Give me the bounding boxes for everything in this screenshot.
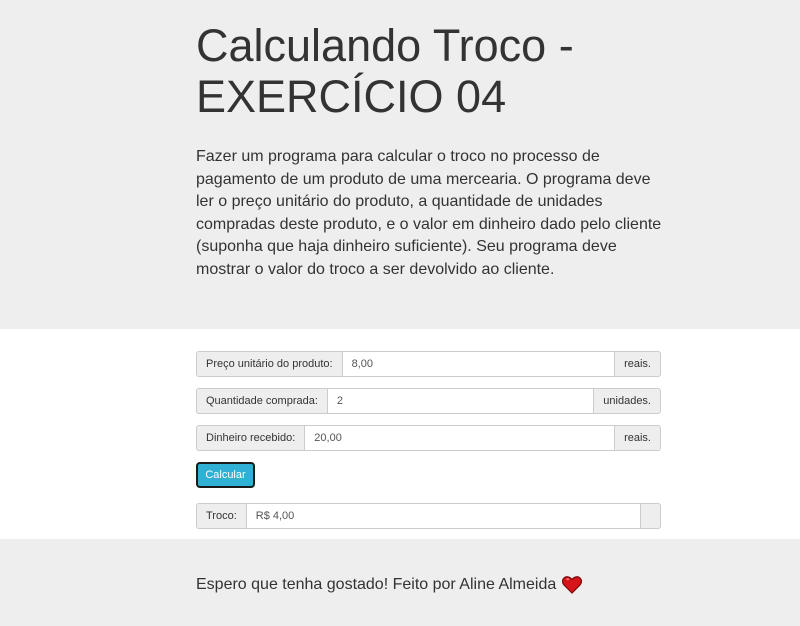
- calculate-button[interactable]: Calcular: [196, 462, 255, 488]
- cash-suffix: reais.: [615, 425, 661, 451]
- footer-credits: Espero que tenha gostado! Feito por Alin…: [196, 576, 583, 594]
- quantity-input-group: Quantidade comprada: unidades.: [196, 388, 661, 414]
- page-title: Calculando Troco - EXERCÍCIO 04: [196, 20, 696, 122]
- price-input-group: Preço unitário do produto: reais.: [196, 351, 661, 377]
- cash-label: Dinheiro recebido:: [196, 425, 305, 451]
- quantity-label: Quantidade comprada:: [196, 388, 327, 414]
- price-input[interactable]: [341, 351, 616, 377]
- change-suffix: [641, 503, 661, 529]
- heart-icon: [562, 576, 583, 594]
- change-output[interactable]: [245, 503, 641, 529]
- change-output-group: Troco:: [196, 503, 661, 529]
- cash-input[interactable]: [304, 425, 616, 451]
- quantity-suffix: unidades.: [594, 388, 661, 414]
- title-line-2: EXERCÍCIO 04: [196, 71, 507, 122]
- footer-text: Espero que tenha gostado! Feito por Alin…: [196, 576, 557, 593]
- quantity-input[interactable]: [326, 388, 595, 414]
- title-line-1: Calculando Troco -: [196, 20, 574, 71]
- exercise-description: Fazer um programa para calcular o troco …: [196, 148, 662, 278]
- price-suffix: reais.: [615, 351, 661, 377]
- change-label: Troco:: [196, 503, 246, 529]
- price-label: Preço unitário do produto:: [196, 351, 342, 377]
- cash-input-group: Dinheiro recebido: reais.: [196, 425, 661, 451]
